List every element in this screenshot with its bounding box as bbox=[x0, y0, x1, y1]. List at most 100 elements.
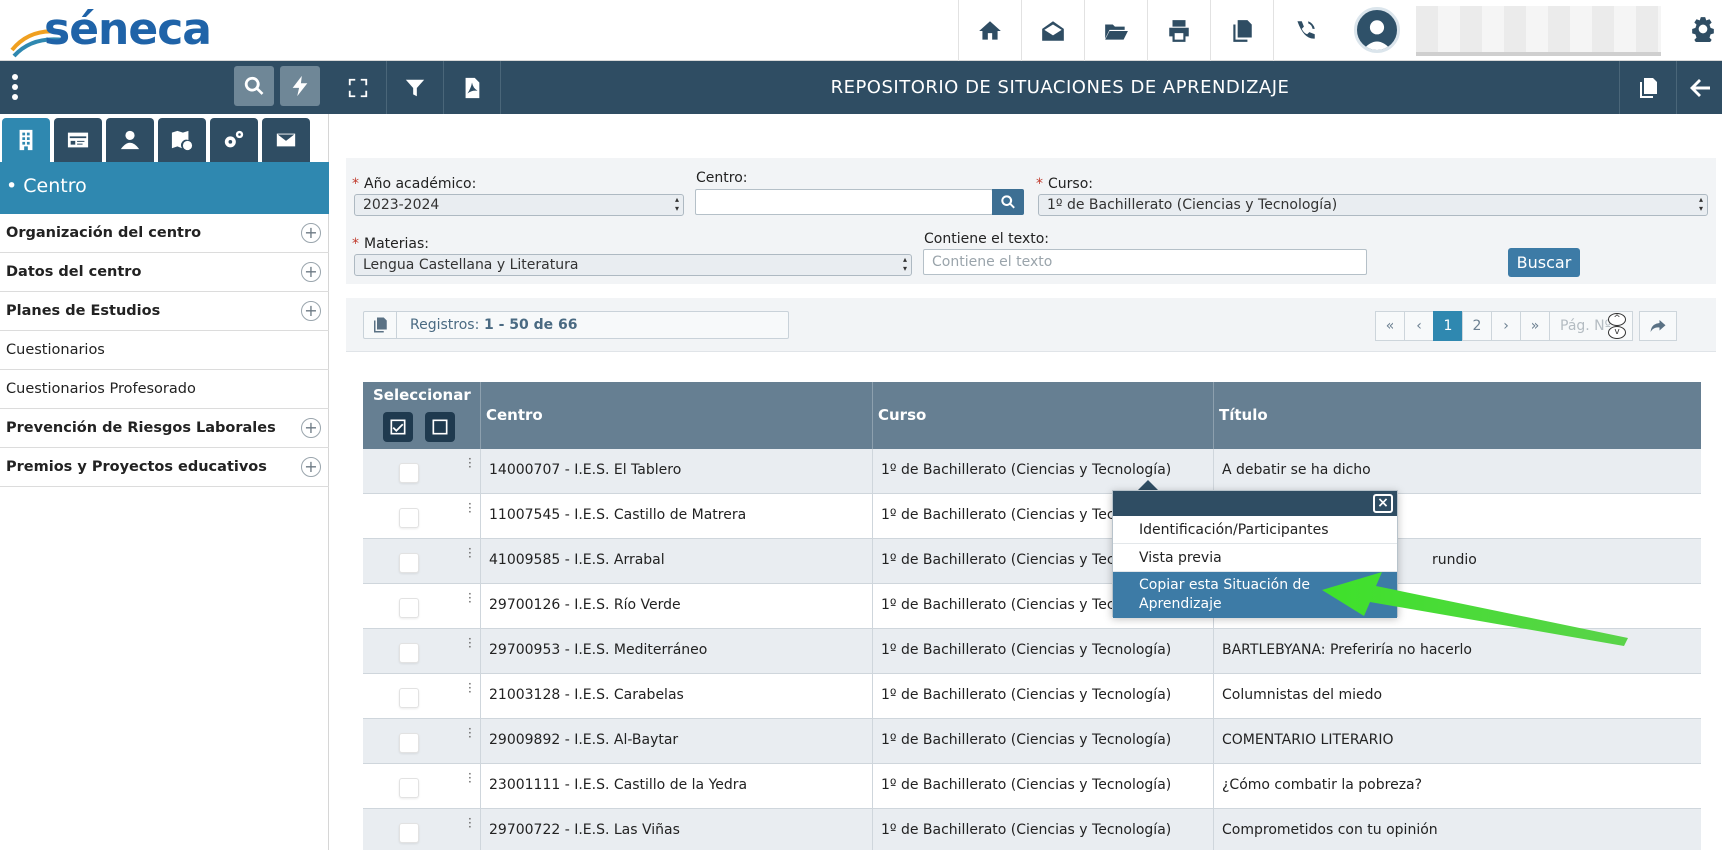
deselect-all-button[interactable] bbox=[425, 412, 455, 442]
plus-icon[interactable]: + bbox=[301, 301, 321, 321]
texto-input[interactable]: Contiene el texto bbox=[923, 249, 1367, 275]
required-mark: * bbox=[1036, 176, 1043, 192]
centro-search-button[interactable] bbox=[992, 189, 1024, 215]
chevron-down-icon[interactable]: v bbox=[1608, 326, 1626, 339]
menu-dots-icon[interactable] bbox=[8, 73, 22, 101]
pagination: « ‹ 1 2 › » Pág. Nº ^ v bbox=[1375, 311, 1677, 341]
plus-icon[interactable]: + bbox=[301, 262, 321, 282]
tab-messages[interactable] bbox=[262, 118, 310, 162]
tab-id-card[interactable] bbox=[54, 118, 102, 162]
row-checkbox[interactable] bbox=[399, 733, 419, 753]
fullscreen-button[interactable] bbox=[330, 61, 387, 114]
select-all-button[interactable] bbox=[383, 412, 413, 442]
anio-select[interactable]: 2023-2024 bbox=[354, 194, 684, 216]
column-header-titulo[interactable]: Título bbox=[1214, 382, 1701, 449]
last-page-button[interactable]: » bbox=[1520, 311, 1550, 341]
sidebar-item-cuestionarios[interactable]: Cuestionarios bbox=[0, 331, 329, 370]
row-checkbox[interactable] bbox=[399, 823, 419, 843]
cogs-icon bbox=[224, 130, 244, 148]
records-info: Registros: 1 - 50 de 66 bbox=[363, 311, 789, 339]
app-root: séneca REPOSITORIO DE SITUACIONES DE APR… bbox=[0, 0, 1722, 850]
messages-button[interactable] bbox=[1021, 0, 1084, 61]
user-area[interactable] bbox=[1350, 0, 1680, 61]
sidebar-search-button[interactable] bbox=[234, 66, 274, 106]
row-menu-icon[interactable]: · · · bbox=[468, 453, 472, 473]
back-button[interactable] bbox=[1676, 61, 1722, 114]
table-row[interactable]: · · · 29700722 - I.E.S. Las Viñas 1º de Ba… bbox=[363, 809, 1701, 850]
centro-input[interactable] bbox=[695, 189, 993, 215]
column-header-curso[interactable]: Curso bbox=[873, 382, 1214, 449]
menu-item-identificacion[interactable]: Identificación/Participantes bbox=[1113, 516, 1397, 544]
seneca-logo[interactable]: séneca bbox=[10, 2, 212, 58]
row-checkbox[interactable] bbox=[399, 778, 419, 798]
tab-centro[interactable] bbox=[2, 118, 50, 162]
documents-button[interactable] bbox=[1084, 0, 1147, 61]
first-page-button[interactable]: « bbox=[1375, 311, 1405, 341]
row-checkbox[interactable] bbox=[399, 463, 419, 483]
table-row[interactable]: · · · 23001111 - I.E.S. Castillo de la Yed… bbox=[363, 764, 1701, 809]
print-button[interactable] bbox=[1147, 0, 1210, 61]
pdf-button[interactable] bbox=[444, 61, 501, 114]
avatar[interactable] bbox=[1354, 7, 1400, 53]
sidebar-item-prevencion[interactable]: Prevención de Riesgos Laborales + bbox=[0, 409, 329, 448]
plus-icon[interactable]: + bbox=[301, 418, 321, 438]
tab-settings[interactable] bbox=[210, 118, 258, 162]
column-header-centro[interactable]: Centro bbox=[481, 382, 873, 449]
row-menu-icon[interactable]: · · · bbox=[468, 543, 472, 563]
tab-map[interactable] bbox=[158, 118, 206, 162]
page-1-button[interactable]: 1 bbox=[1433, 311, 1463, 341]
tab-users[interactable] bbox=[106, 118, 154, 162]
sidebar-item-cuestionarios-profesorado[interactable]: Cuestionarios Profesorado bbox=[0, 370, 329, 409]
row-menu-icon[interactable]: · · · bbox=[468, 588, 472, 608]
logo-text: séneca bbox=[44, 4, 212, 55]
records-label: Registros: bbox=[410, 317, 480, 333]
row-checkbox[interactable] bbox=[399, 643, 419, 663]
page-number-input[interactable]: Pág. Nº ^ v bbox=[1549, 311, 1633, 341]
table-row[interactable]: · · · 21003128 - I.E.S. Carabelas 1º de Ba… bbox=[363, 674, 1701, 719]
row-menu-icon[interactable]: · · · bbox=[468, 498, 472, 518]
folder-open-icon bbox=[1105, 24, 1128, 40]
row-menu-icon[interactable]: · · · bbox=[468, 723, 472, 743]
sidebar-item-planes[interactable]: Planes de Estudios + bbox=[0, 292, 329, 331]
row-menu-icon[interactable]: · · · bbox=[468, 768, 472, 788]
copy-icon[interactable] bbox=[371, 316, 389, 334]
row-checkbox[interactable] bbox=[399, 598, 419, 618]
table-row[interactable]: · · · 14000707 - I.E.S. El Tablero 1º de B… bbox=[363, 449, 1701, 494]
plus-icon[interactable]: + bbox=[301, 223, 321, 243]
share-arrow-icon bbox=[1650, 320, 1666, 332]
close-icon[interactable]: × bbox=[1373, 494, 1393, 513]
row-menu-icon[interactable]: · · · bbox=[468, 633, 472, 653]
filter-button[interactable] bbox=[387, 61, 444, 114]
prev-page-button[interactable]: ‹ bbox=[1404, 311, 1434, 341]
row-checkbox[interactable] bbox=[399, 508, 419, 528]
required-mark: * bbox=[352, 176, 359, 192]
sidebar-item-datos[interactable]: Datos del centro + bbox=[0, 253, 329, 292]
page-stepper[interactable]: ^ v bbox=[1608, 313, 1628, 339]
sidebar-item-premios[interactable]: Premios y Proyectos educativos + bbox=[0, 448, 329, 487]
row-menu-icon[interactable]: · · · bbox=[468, 813, 472, 833]
sidebar-item-organizacion[interactable]: Organización del centro + bbox=[0, 214, 329, 253]
buscar-button[interactable]: Buscar bbox=[1508, 248, 1580, 277]
menu-item-vista-previa[interactable]: Vista previa bbox=[1113, 544, 1397, 572]
copy-toolbar-button[interactable] bbox=[1619, 61, 1676, 114]
chevron-up-icon[interactable]: ^ bbox=[1608, 313, 1626, 326]
table-row[interactable]: · · · 29009892 - I.E.S. Al-Baytar 1º de Ba… bbox=[363, 719, 1701, 764]
row-checkbox[interactable] bbox=[399, 553, 419, 573]
copy-button[interactable] bbox=[1210, 0, 1273, 61]
row-menu-icon[interactable]: · · · bbox=[468, 678, 472, 698]
plus-icon[interactable]: + bbox=[301, 457, 321, 477]
home-button[interactable] bbox=[958, 0, 1021, 61]
curso-select[interactable]: 1º de Bachillerato (Ciencias y Tecnologí… bbox=[1038, 194, 1708, 216]
expand-icon bbox=[348, 78, 368, 97]
row-checkbox[interactable] bbox=[399, 688, 419, 708]
lightning-icon bbox=[292, 75, 308, 97]
materias-select[interactable]: Lengua Castellana y Literatura bbox=[354, 254, 912, 276]
go-page-button[interactable] bbox=[1639, 311, 1677, 341]
quick-access-button[interactable] bbox=[280, 66, 320, 106]
gear-icon[interactable] bbox=[1690, 16, 1716, 42]
page-2-button[interactable]: 2 bbox=[1462, 311, 1492, 341]
next-page-button[interactable]: › bbox=[1491, 311, 1521, 341]
phone-button[interactable] bbox=[1273, 0, 1336, 61]
table-row[interactable]: · · · 11007545 - I.E.S. Castillo de Matrer… bbox=[363, 494, 1701, 539]
materias-label: * Materias: bbox=[352, 236, 429, 252]
